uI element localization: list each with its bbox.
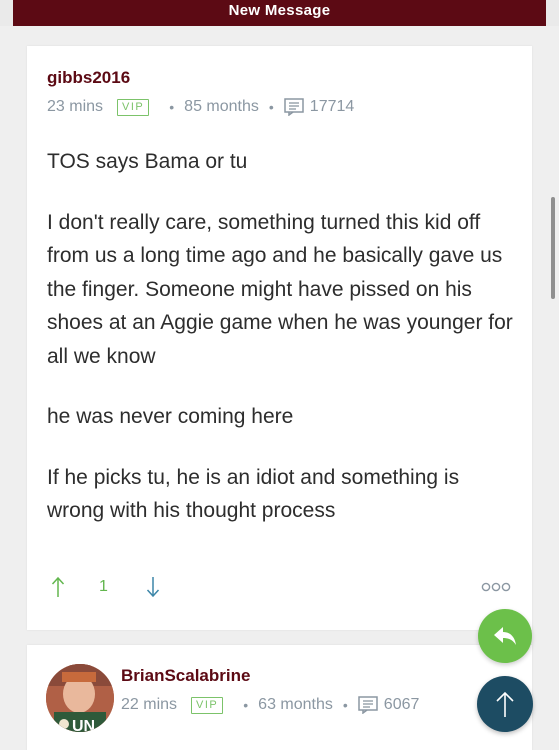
new-message-label: New Message — [228, 2, 331, 19]
post-card: UN BrianScalabrine 22 mins VIP • 63 mont… — [27, 645, 532, 750]
post-time: 23 mins — [47, 98, 104, 115]
ellipsis-icon — [481, 582, 511, 592]
scroll-to-top-button[interactable] — [477, 676, 533, 732]
post-username[interactable]: BrianScalabrine — [121, 666, 250, 686]
posts-count-icon — [358, 696, 378, 714]
post-count: 17714 — [309, 98, 355, 115]
scrollbar[interactable] — [551, 197, 555, 299]
post-meta: 22 mins VIP • 63 months • 6067 — [121, 696, 419, 714]
avatar[interactable]: UN — [46, 664, 114, 732]
post-body: TOS says Bama or tu I don't really care,… — [47, 145, 517, 555]
header: New Message — [0, 0, 559, 26]
post-card: gibbs2016 23 mins VIP • 85 months • 1771… — [27, 46, 532, 630]
post-paragraph: he was never coming here — [47, 405, 294, 428]
separator-dot: • — [243, 697, 249, 713]
arrow-up-icon — [496, 691, 514, 717]
post-username[interactable]: gibbs2016 — [47, 68, 130, 88]
post-meta: 23 mins VIP • 85 months • 17714 — [47, 98, 354, 116]
reply-button[interactable] — [478, 609, 532, 663]
post-paragraph: If he picks tu, he is an idiot and somet… — [47, 465, 460, 523]
reply-icon — [494, 627, 516, 645]
new-message-banner[interactable]: New Message — [13, 0, 546, 26]
vip-badge: VIP — [191, 696, 224, 714]
member-tenure: 63 months — [258, 696, 333, 713]
separator-dot: • — [342, 697, 348, 713]
member-tenure: 85 months — [184, 98, 259, 115]
arrow-up-icon[interactable] — [51, 576, 65, 598]
separator-dot: • — [169, 99, 175, 115]
separator-dot: • — [268, 99, 274, 115]
post-paragraph: I don't really care, something turned th… — [47, 210, 513, 368]
posts-count-icon — [284, 98, 304, 116]
post-paragraph: TOS says Bama or tu — [47, 150, 248, 173]
post-time: 22 mins — [121, 696, 178, 713]
more-options-icon[interactable] — [481, 580, 511, 598]
vip-badge: VIP — [117, 98, 150, 116]
avatar-image: UN — [46, 664, 114, 732]
vote-count: 1 — [99, 578, 108, 595]
arrow-down-icon[interactable] — [146, 576, 160, 598]
vote-row: 1 — [51, 576, 160, 598]
post-count: 6067 — [383, 696, 420, 713]
avatar-overlay-text: UN — [72, 718, 95, 732]
